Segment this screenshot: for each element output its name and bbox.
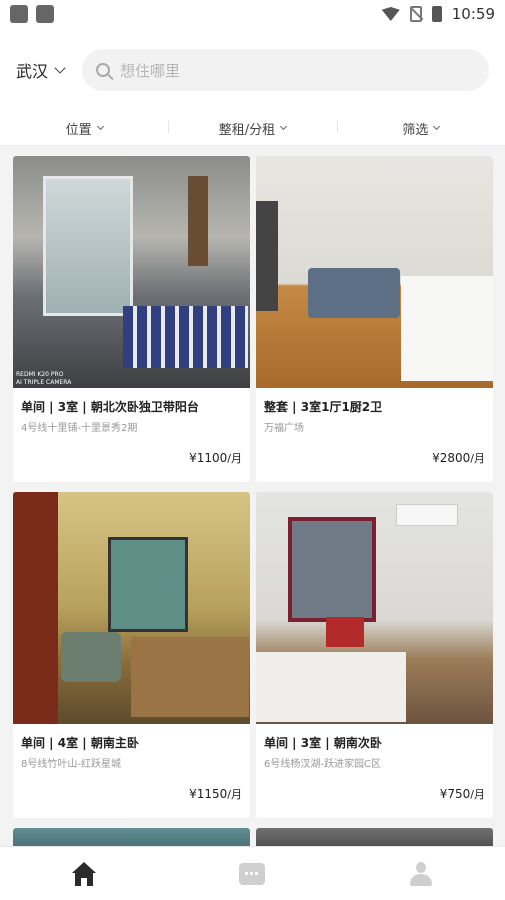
listing-location: 6号线杨汊湖-跃进家园C区 [264,759,381,770]
listing-grid: REDMI K20 PRO AI TRIPLE CAMERA 单间 | 3室 |… [0,146,505,850]
listing-price: ¥750/月 [439,787,485,801]
tab-home[interactable] [0,847,168,900]
chevron-down-icon [96,122,104,131]
search-placeholder: 想住哪里 [120,61,181,80]
filter-label: 位置 [65,123,92,138]
filter-label: 筛选 [402,123,429,138]
city-label: 武汉 [16,62,49,81]
listing-price: ¥2800/月 [432,451,485,465]
bottom-tab-bar [0,846,505,900]
listing-price: ¥1150/月 [189,787,242,801]
no-sim-icon [409,6,422,22]
listing-location: 万福广场 [264,423,304,434]
wifi-icon [381,7,400,21]
listing-title: 单间 | 4室 | 朝南主卧 [21,736,139,750]
status-bar: 10:59 [0,0,505,28]
city-selector[interactable]: 武汉 [16,58,66,82]
listing-photo [13,492,250,724]
filter-label: 整租/分租 [218,123,276,138]
listing-location: 8号线竹叶山-红跃星城 [21,759,121,770]
listing-title: 整套 | 3室1厅1厨2卫 [264,400,383,414]
listing-title: 单间 | 3室 | 朝北次卧独卫带阳台 [21,400,199,414]
listing-photo: REDMI K20 PRO AI TRIPLE CAMERA [13,156,250,388]
camera-watermark: REDMI K20 PRO AI TRIPLE CAMERA [16,371,72,386]
search-input[interactable]: 想住哪里 [82,49,489,91]
search-icon [96,63,111,77]
chevron-down-icon [433,122,441,131]
tab-messages[interactable] [168,847,336,900]
user-icon [409,861,433,886]
tab-profile[interactable] [337,847,505,900]
chevron-down-icon [54,62,66,74]
listing-location: 4号线十里铺-十里景秀2期 [21,423,138,434]
filter-bar: 位置 整租/分租 筛选 [0,112,505,146]
message-icon [239,862,266,885]
listing-card[interactable]: REDMI K20 PRO AI TRIPLE CAMERA 单间 | 3室 |… [13,156,250,482]
clock: 10:59 [451,5,495,23]
listing-card[interactable]: 整套 | 3室1厅1厨2卫 万福广场 ¥2800/月 [256,156,493,482]
listing-photo [256,492,493,724]
chevron-down-icon [280,122,288,131]
notification-icon [36,5,54,23]
home-icon [71,861,97,886]
listing-photo [256,156,493,388]
filter-rent-type[interactable]: 整租/分租 [168,119,336,138]
battery-icon [431,6,442,22]
notification-icon [10,5,28,23]
header: 武汉 想住哪里 [0,28,505,112]
filter-location[interactable]: 位置 [0,119,168,138]
filter-more[interactable]: 筛选 [336,119,505,138]
listing-card[interactable]: 单间 | 3室 | 朝南次卧 6号线杨汊湖-跃进家园C区 ¥750/月 [256,492,493,818]
listing-title: 单间 | 3室 | 朝南次卧 [264,736,382,750]
listing-card[interactable]: 单间 | 4室 | 朝南主卧 8号线竹叶山-红跃星城 ¥1150/月 [13,492,250,818]
listing-price: ¥1100/月 [189,451,242,465]
